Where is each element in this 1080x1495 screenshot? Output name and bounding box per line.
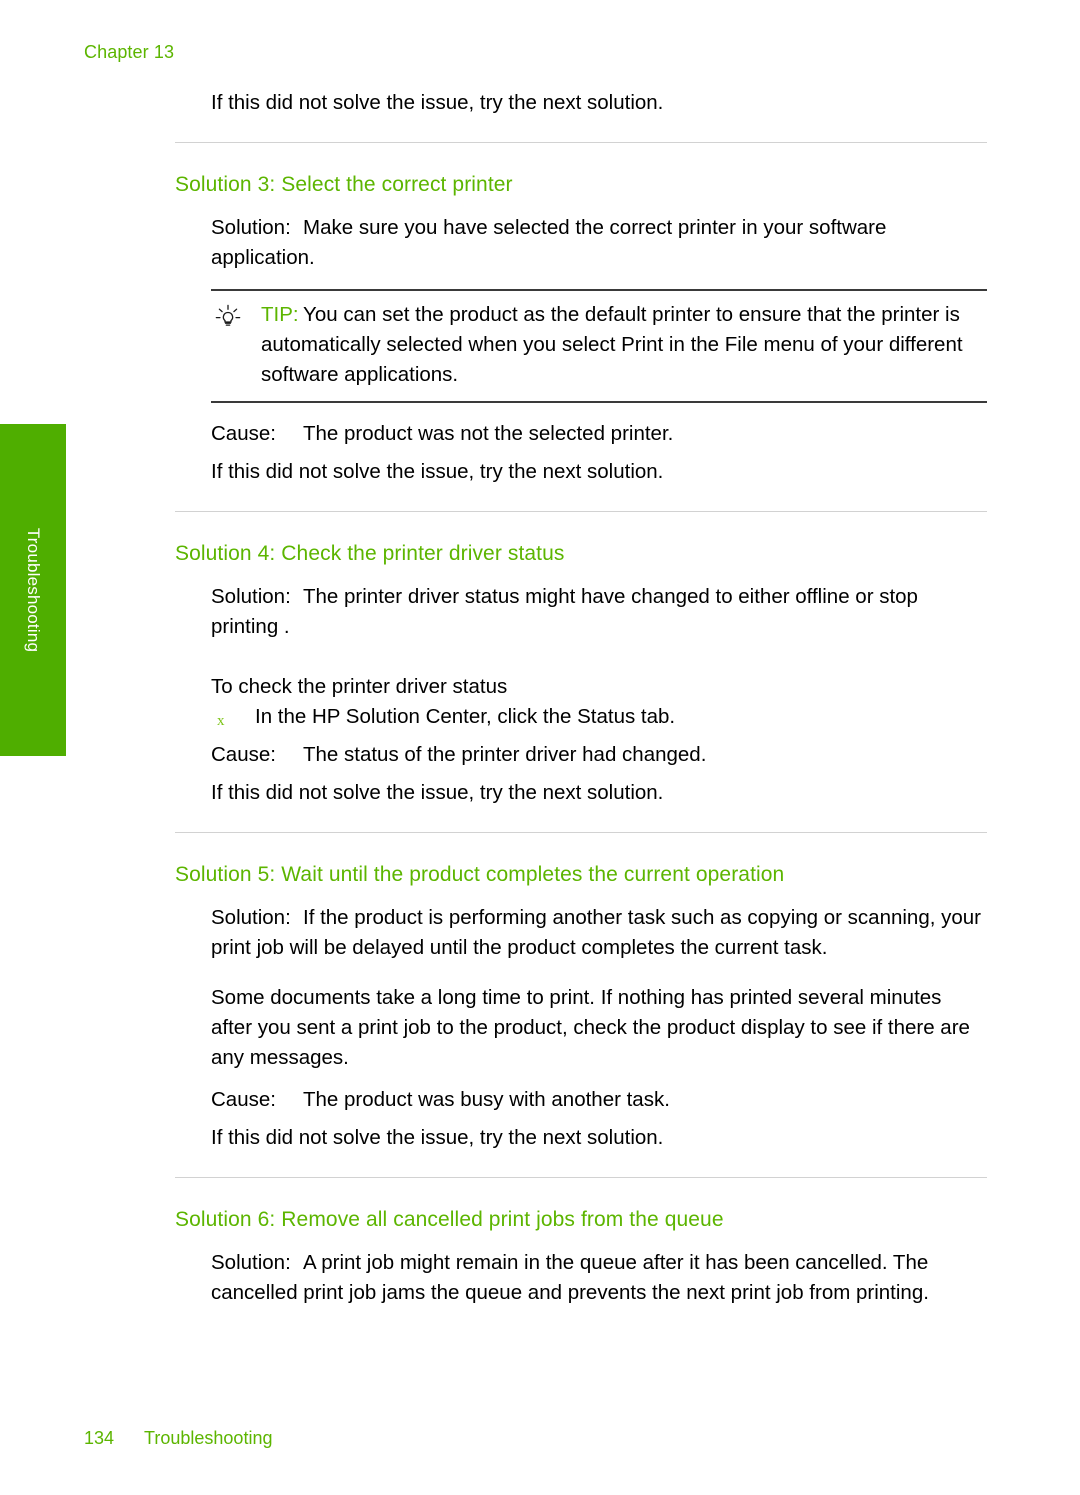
procedure-heading: To check the printer driver status: [211, 675, 508, 698]
section-title-solution-4: Solution 4: Check the printer driver sta…: [175, 542, 565, 565]
solution-text: If the product is performing another tas…: [211, 906, 982, 959]
bullet-x-icon: x: [217, 713, 225, 729]
solution-3-next-solution: If this did not solve the issue, try the…: [211, 460, 664, 483]
cause-text: The product was busy with another task.: [303, 1088, 670, 1111]
section-title-solution-5: Solution 5: Wait until the product compl…: [175, 863, 785, 886]
solution-label: Solution:: [211, 906, 291, 929]
solution-text: Make sure you have selected the correct …: [211, 216, 887, 269]
chapter-header: Chapter 13: [84, 42, 175, 62]
solution-label: Solution:: [211, 216, 291, 239]
side-tab-label: Troubleshooting: [24, 527, 43, 653]
solution-4-body: Solution: The printer driver status might…: [211, 582, 987, 642]
solution-3-body: Solution: Make sure you have selected the…: [211, 213, 987, 273]
tip-callout: TIP: You can set the product as the defa…: [211, 289, 987, 403]
cause-label: Cause:: [211, 743, 276, 766]
page-number: 134: [84, 1428, 115, 1448]
section-title-solution-3: Solution 3: Select the correct printer: [175, 173, 513, 196]
list-item-label: In the HP Solution Center, click the Sta…: [255, 705, 676, 728]
solution-label: Solution:: [211, 585, 291, 608]
cause-text: The product was not the selected printer…: [303, 422, 674, 445]
intro-next-solution: If this did not solve the issue, try the…: [211, 91, 664, 114]
cause-label: Cause:: [211, 1088, 276, 1111]
solution-5-body: Solution: If the product is performing an…: [211, 903, 987, 963]
solution-4-next-solution: If this did not solve the issue, try the…: [211, 781, 664, 804]
side-thumb-tab: Troubleshooting: [0, 424, 66, 756]
solution-4-cause: Cause: The status of the printer driver h…: [211, 740, 987, 770]
page-content: If this did not solve the issue, try the…: [175, 0, 987, 1308]
solution-5-extra-paragraph: Some documents take a long time to print…: [211, 986, 970, 1069]
cause-label: Cause:: [211, 422, 276, 445]
lightbulb-icon: [213, 303, 243, 329]
solution-label: Solution:: [211, 1251, 291, 1274]
footer-section-name: Troubleshooting: [144, 1428, 273, 1448]
solution-6-body: Solution: A print job might remain in the…: [211, 1248, 987, 1308]
solution-text: A print job might remain in the queue af…: [211, 1251, 929, 1304]
solution-text: The printer driver status might have cha…: [211, 585, 918, 638]
list-item: x In the HP Solution Center, click the S…: [211, 702, 987, 732]
cause-text: The status of the printer driver had cha…: [303, 743, 707, 766]
solution-3-cause: Cause: The product was not the selected p…: [211, 419, 987, 449]
section-title-solution-6: Solution 6: Remove all cancelled print j…: [175, 1208, 724, 1231]
tip-text: You can set the product as the default p…: [261, 303, 963, 386]
solution-5-cause: Cause: The product was busy with another …: [211, 1085, 987, 1115]
solution-5-next-solution: If this did not solve the issue, try the…: [211, 1126, 664, 1149]
page-footer: 134 Troubleshooting: [84, 1428, 272, 1449]
tip-label: TIP:: [261, 303, 299, 326]
